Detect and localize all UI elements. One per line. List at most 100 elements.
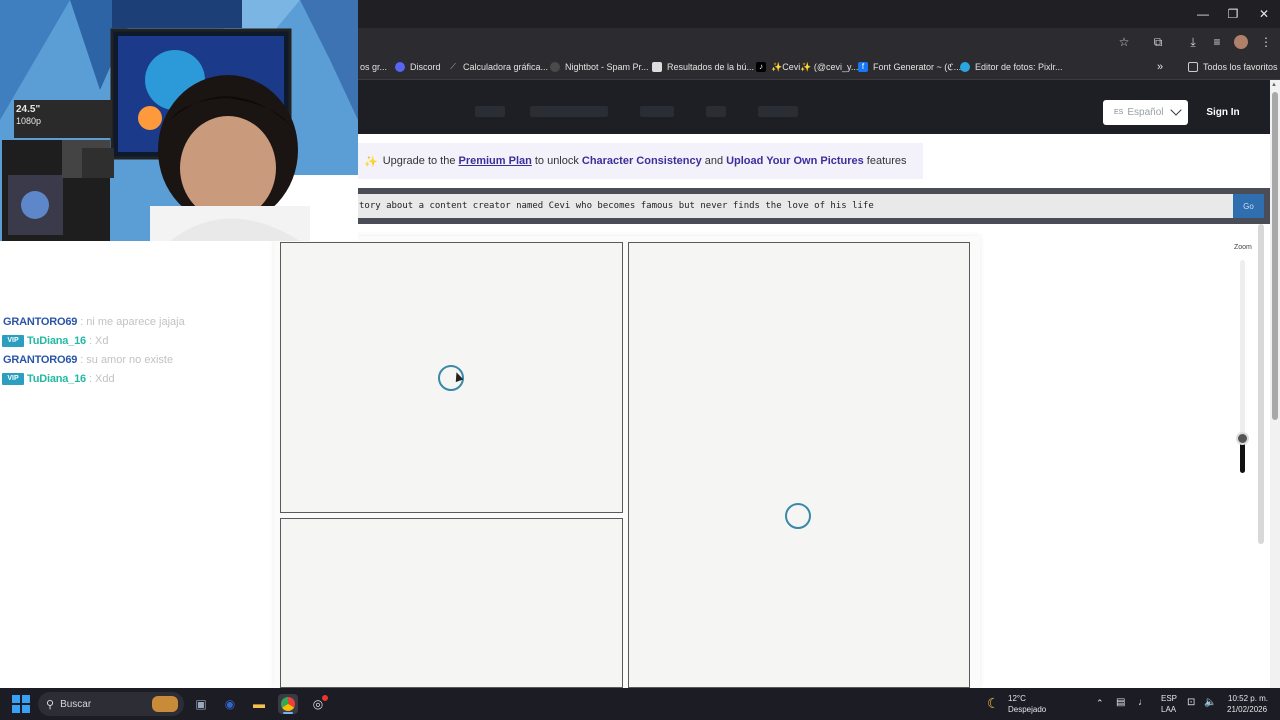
- clock-time[interactable]: 10:52 p. m.: [1228, 694, 1268, 703]
- clock-date[interactable]: 21/02/2026: [1227, 705, 1267, 714]
- page-scrollbar-thumb[interactable]: [1272, 92, 1278, 420]
- bookmark-star-icon[interactable]: ☆: [1115, 33, 1133, 51]
- chat-text: su amor no existe: [86, 353, 174, 366]
- banner-suffix: features: [866, 155, 907, 167]
- chat-separator: :: [80, 315, 84, 328]
- chat-text: Xdd: [95, 372, 115, 385]
- nav-item-placeholder[interactable]: [530, 106, 608, 117]
- stream-chat: GRANTORO69 : ni me aparece jajaja VIP Tu…: [0, 312, 270, 388]
- chat-separator: :: [88, 334, 92, 347]
- nav-item-placeholder[interactable]: [758, 106, 798, 117]
- monitor-label-size: 24.5": [16, 104, 40, 115]
- language-label: Español: [1127, 107, 1164, 118]
- upgrade-banner: ✨ Upgrade to the Premium Plan to unlock …: [358, 143, 923, 179]
- nav-item-placeholder[interactable]: [475, 106, 505, 117]
- story-prompt-input[interactable]: tory about a content creator named Cevi …: [357, 194, 1233, 218]
- volume-icon[interactable]: 🔈: [1204, 697, 1216, 708]
- comic-panel-2[interactable]: [628, 242, 970, 688]
- start-button[interactable]: [12, 695, 30, 713]
- bookmark-resultados[interactable]: Resultados de la bú...: [652, 56, 754, 78]
- taskbar-search[interactable]: ⚲ Buscar: [38, 692, 184, 716]
- bookmark-tiktok[interactable]: ♪ ✨Cevi✨ (@cevi_y...: [756, 56, 858, 78]
- input-language-top[interactable]: ESP: [1161, 694, 1177, 703]
- chat-username: GRANTORO69: [3, 353, 78, 366]
- folder-icon: [1188, 62, 1198, 72]
- bookmark-font-generator[interactable]: f Font Generator ~ (ℭ...: [858, 56, 961, 78]
- feature-upload-pictures: Upload Your Own Pictures: [726, 155, 864, 167]
- bookmark-discord[interactable]: Discord: [395, 56, 441, 78]
- comic-panel-3[interactable]: [280, 518, 623, 688]
- feature-character-consistency: Character Consistency: [581, 155, 702, 167]
- facebook-icon: f: [858, 62, 868, 72]
- windows-logo-icon: [12, 695, 20, 703]
- download-icon[interactable]: ⤓: [1184, 33, 1202, 51]
- banner-and: and: [704, 155, 724, 167]
- language-select[interactable]: ES Español: [1103, 100, 1188, 125]
- discord-icon: [395, 62, 405, 72]
- close-window-button[interactable]: ✕: [1249, 0, 1279, 28]
- document-icon: [652, 62, 662, 72]
- bookmark-nightbot[interactable]: Nightbot - Spam Pr...: [550, 56, 649, 78]
- desmos-icon: ⟋: [450, 62, 456, 71]
- zoom-label: Zoom: [1234, 244, 1252, 251]
- tiktok-icon: ♪: [756, 62, 766, 72]
- weather-desc[interactable]: Despejado: [1008, 705, 1046, 714]
- go-button[interactable]: Go: [1233, 194, 1264, 218]
- notification-dot-icon: [322, 695, 328, 701]
- search-icon: ⚲: [46, 698, 55, 711]
- browser-menu-icon[interactable]: ⋮: [1257, 33, 1275, 51]
- nightbot-icon: [550, 62, 560, 72]
- chat-message: GRANTORO69 : su amor no existe: [0, 350, 270, 369]
- banner-middle: to unlock: [534, 155, 579, 167]
- vip-badge-icon: VIP: [2, 334, 24, 347]
- profile-avatar[interactable]: [1232, 33, 1250, 51]
- chat-separator: :: [88, 372, 92, 385]
- chat-message: GRANTORO69 : ni me aparece jajaja: [0, 312, 270, 331]
- sign-in-button[interactable]: Sign In: [1196, 100, 1250, 125]
- premium-plan-link[interactable]: Premium Plan: [458, 155, 531, 167]
- loading-spinner-icon: [785, 503, 811, 529]
- microphone-icon[interactable]: ♩: [1138, 697, 1148, 708]
- vip-badge-icon: VIP: [2, 372, 24, 385]
- tray-app-icon[interactable]: ▤: [1116, 697, 1125, 708]
- search-placeholder: Buscar: [60, 698, 92, 710]
- minimize-button[interactable]: —: [1188, 0, 1218, 28]
- scroll-up-arrow-icon[interactable]: ▲: [1271, 82, 1277, 88]
- chat-separator: :: [80, 353, 84, 366]
- bookmarks-overflow-button[interactable]: »: [1157, 56, 1163, 78]
- chat-username: TuDiana_16: [27, 372, 86, 385]
- chevron-up-icon[interactable]: ⌃: [1096, 698, 1104, 709]
- banner-prefix: Upgrade to the: [382, 155, 456, 167]
- media-controls-icon[interactable]: ≡: [1208, 33, 1226, 51]
- nav-item-placeholder[interactable]: [640, 106, 674, 117]
- chat-message: VIP TuDiana_16 : Xdd: [0, 369, 270, 388]
- edge-icon[interactable]: ◉: [220, 694, 240, 714]
- file-explorer-icon[interactable]: ▬: [249, 694, 269, 714]
- weather-moon-icon[interactable]: ☾: [987, 695, 1000, 712]
- chat-text: Xd: [95, 334, 109, 347]
- active-indicator: [283, 712, 293, 714]
- flag-icon: ES: [1114, 109, 1124, 116]
- zoom-slider-handle[interactable]: [1236, 432, 1249, 445]
- chrome-icon[interactable]: [278, 694, 298, 714]
- bookmark-calculadora[interactable]: ⟋ Calculadora gráfica...: [448, 56, 548, 78]
- chevron-down-icon: [1170, 104, 1182, 116]
- webcam-overlay: 24.5" 1080p: [0, 0, 358, 241]
- restore-button[interactable]: ❐: [1218, 0, 1248, 28]
- task-view-icon[interactable]: ▣: [191, 694, 211, 714]
- webcam-image: 24.5" 1080p: [0, 0, 358, 241]
- bookmark-pixlr[interactable]: Editor de fotos: Pixlr...: [960, 56, 1063, 78]
- sparkle-icon: ✨: [364, 155, 378, 168]
- extensions-icon[interactable]: ⧉: [1149, 33, 1167, 51]
- network-icon[interactable]: ⊡: [1187, 697, 1195, 708]
- weather-temp[interactable]: 12°C: [1008, 694, 1026, 703]
- input-language-bottom[interactable]: LAA: [1161, 705, 1176, 714]
- chat-text: ni me aparece jajaja: [86, 315, 185, 328]
- monitor-label-res: 1080p: [16, 116, 41, 126]
- nav-item-placeholder[interactable]: [706, 106, 726, 117]
- chat-message: VIP TuDiana_16 : Xd: [0, 331, 270, 350]
- pixlr-icon: [960, 62, 970, 72]
- canvas-scrollbar[interactable]: [1258, 224, 1264, 544]
- all-favorites-folder[interactable]: Todos los favoritos: [1188, 56, 1278, 78]
- bookmark-item[interactable]: os gr...: [360, 56, 387, 78]
